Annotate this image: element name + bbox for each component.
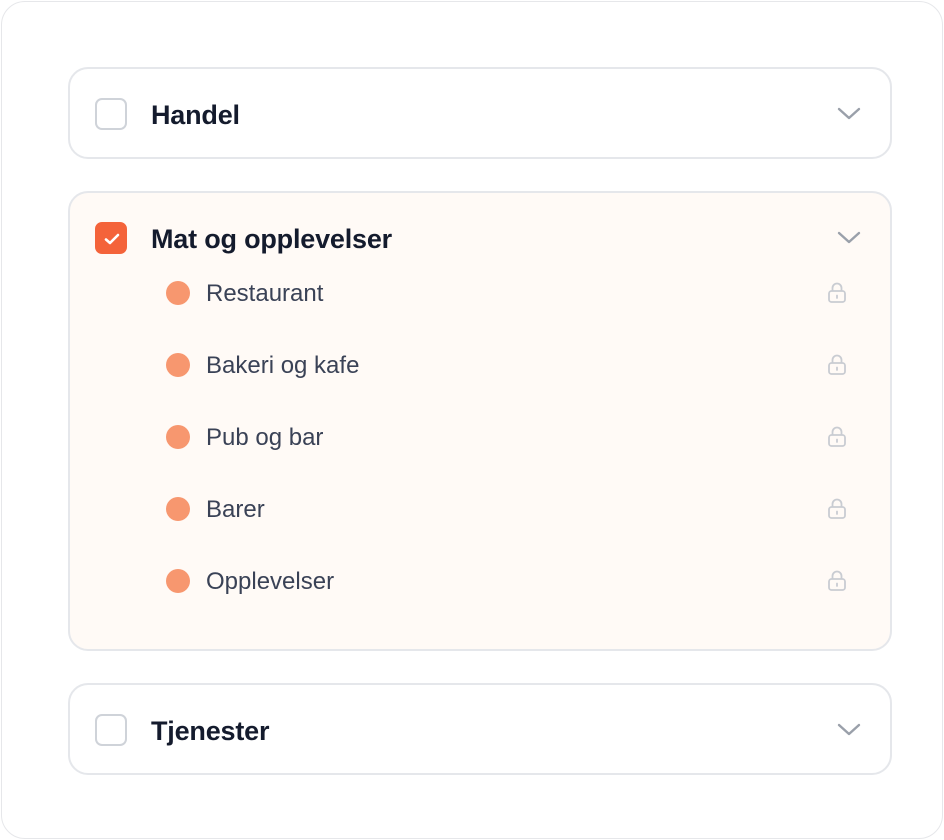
lock-icon [828,282,846,303]
lock-icon [828,354,846,375]
category-dot-icon [166,497,190,521]
subitem-label: Barer [206,496,265,523]
group-tjenester: Tjenester [68,683,892,775]
group-title-handel: Handel [151,100,240,130]
category-dot-icon [166,281,190,305]
group-handel: Handel [68,67,892,159]
subitem-label: Opplevelser [206,568,335,595]
category-dot-icon [166,353,190,377]
checkbox-tjenester[interactable] [95,714,127,746]
group-title-tjenester: Tjenester [151,716,270,746]
category-dot-icon [166,425,190,449]
group-mat-og-opplevelser: Mat og opplevelser Restaurant Bakeri og … [68,191,892,651]
list-item[interactable]: Bakeri og kafe [70,321,890,393]
subitem-list: Restaurant Bakeri og kafe Pub og bar Bar… [70,249,890,609]
checkbox-handel[interactable] [95,98,127,130]
group-header-handel[interactable]: Handel [70,69,890,159]
chevron-down-icon[interactable] [836,104,862,122]
list-item[interactable]: Pub og bar [70,393,890,465]
category-dot-icon [166,569,190,593]
list-item[interactable]: Restaurant [70,249,890,321]
lock-icon [828,426,846,447]
list-item[interactable]: Barer [70,465,890,537]
chevron-down-icon[interactable] [836,720,862,738]
chevron-down-icon[interactable] [836,228,862,246]
lock-icon [828,498,846,519]
subitem-label: Restaurant [206,280,324,307]
check-icon [104,233,120,245]
subitem-label: Pub og bar [206,424,324,451]
group-header-tjenester[interactable]: Tjenester [70,685,890,775]
lock-icon [828,570,846,591]
list-item[interactable]: Opplevelser [70,537,890,609]
category-panel: Handel Mat og opplevelser Restaurant Bak… [1,1,943,839]
subitem-label: Bakeri og kafe [206,352,360,379]
